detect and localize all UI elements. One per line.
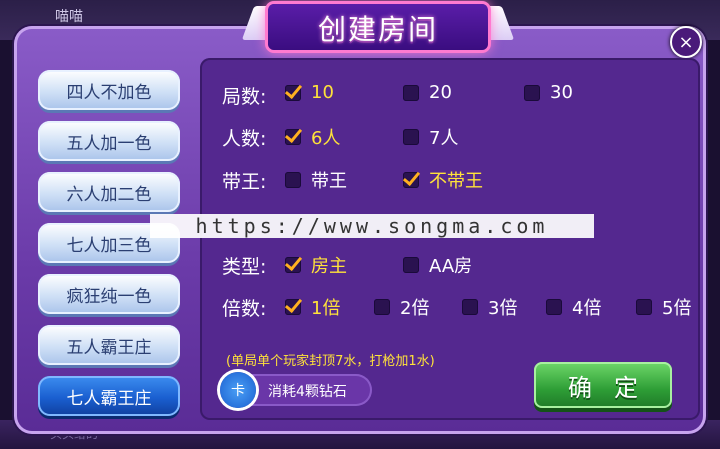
- title-banner: 创建房间: [268, 4, 488, 54]
- tab-mode-3[interactable]: 六人加二色: [38, 172, 180, 212]
- option-label: 6人: [311, 128, 341, 149]
- checkbox-checked[interactable]: [285, 257, 301, 273]
- rule-note: (单局单个玩家封顶7水，打枪加1水): [226, 354, 435, 369]
- confirm-button[interactable]: 确定: [534, 362, 672, 408]
- option-label: 7人: [429, 128, 459, 149]
- checkbox-checked[interactable]: [285, 84, 301, 101]
- option-label: 带王: [311, 171, 347, 192]
- dialog-title: 创建房间: [317, 13, 438, 46]
- tab-mode-1[interactable]: 四人不加色: [38, 70, 180, 110]
- player-name: 喵喵: [55, 9, 83, 25]
- rounds-option-10[interactable]: 10: [285, 82, 334, 103]
- option-label: 房主: [311, 256, 347, 277]
- option-label: 10: [311, 82, 334, 103]
- checkbox[interactable]: [285, 172, 301, 188]
- watermark-banner: https://www.songma.com: [150, 214, 594, 238]
- checkbox-checked[interactable]: [403, 172, 419, 188]
- option-label: 4倍: [572, 298, 602, 319]
- checkbox[interactable]: [524, 84, 540, 101]
- checkbox[interactable]: [374, 299, 390, 315]
- close-button[interactable]: ×: [670, 26, 702, 58]
- tab-mode-2[interactable]: 五人加一色: [38, 121, 180, 161]
- checkbox[interactable]: [546, 299, 562, 315]
- close-icon: ×: [678, 31, 694, 53]
- checkbox[interactable]: [462, 299, 478, 315]
- multiplier-option-4[interactable]: 4倍: [546, 294, 601, 320]
- multiplier-label: 倍数:: [222, 298, 267, 320]
- type-option-owner[interactable]: 房主: [285, 252, 347, 278]
- option-label: AA房: [429, 256, 473, 277]
- tab-mode-7[interactable]: 七人霸王庄: [38, 376, 180, 416]
- checkbox[interactable]: [636, 299, 652, 315]
- king-label: 带王:: [222, 171, 267, 193]
- option-label: 3倍: [488, 298, 518, 319]
- cost-badge: 卡 消耗4颗钻石: [220, 372, 372, 408]
- multiplier-option-3[interactable]: 3倍: [462, 294, 517, 320]
- rounds-option-30[interactable]: 30: [524, 82, 573, 103]
- cost-text: 消耗4颗钻石: [268, 384, 347, 400]
- multiplier-option-5[interactable]: 5倍: [636, 294, 691, 320]
- room-card-icon: 卡: [220, 372, 256, 408]
- option-label: 5倍: [662, 298, 692, 319]
- multiplier-option-1[interactable]: 1倍: [285, 294, 340, 320]
- players-option-6[interactable]: 6人: [285, 124, 340, 150]
- option-label: 20: [429, 82, 452, 103]
- checkbox[interactable]: [403, 129, 419, 145]
- option-label: 30: [550, 82, 573, 103]
- option-label: 2倍: [400, 298, 430, 319]
- king-option-with[interactable]: 带王: [285, 167, 347, 193]
- option-label: 不带王: [429, 171, 483, 192]
- checkbox-checked[interactable]: [285, 299, 301, 315]
- rounds-option-20[interactable]: 20: [403, 82, 452, 103]
- multiplier-option-2[interactable]: 2倍: [374, 294, 429, 320]
- checkbox[interactable]: [403, 84, 419, 101]
- checkbox-checked[interactable]: [285, 129, 301, 145]
- players-option-7[interactable]: 7人: [403, 124, 458, 150]
- king-option-without[interactable]: 不带王: [403, 167, 483, 193]
- players-label: 人数:: [222, 128, 267, 150]
- option-label: 1倍: [311, 298, 341, 319]
- checkbox[interactable]: [403, 257, 419, 273]
- rounds-label: 局数:: [222, 86, 267, 108]
- tab-mode-5[interactable]: 疯狂纯一色: [38, 274, 180, 314]
- tab-mode-6[interactable]: 五人霸王庄: [38, 325, 180, 365]
- type-label: 类型:: [222, 256, 267, 278]
- type-option-aa[interactable]: AA房: [403, 252, 472, 278]
